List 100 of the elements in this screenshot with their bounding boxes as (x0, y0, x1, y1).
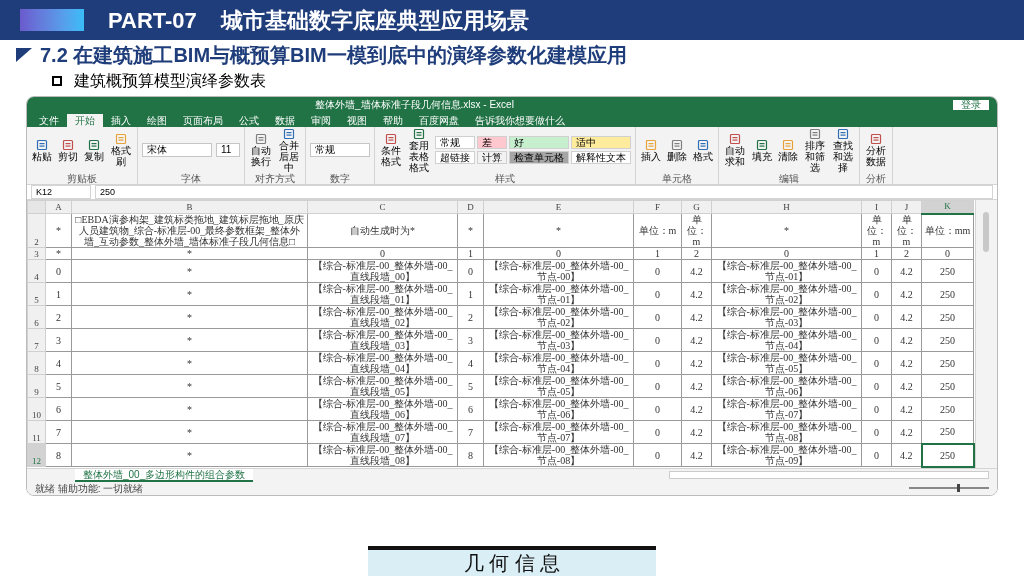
ribbon-button[interactable]: 合并后居中 (277, 127, 301, 173)
name-box[interactable]: K12 (31, 185, 91, 199)
tell-me-field[interactable]: 告诉我你想要做什么 (467, 114, 573, 127)
table-cell: 1 (861, 247, 892, 260)
column-header[interactable]: A (45, 200, 72, 214)
sheet-tab[interactable]: 整体外墙_00_多边形构件的组合参数 (75, 468, 254, 482)
ribbon-tab[interactable]: 公式 (231, 114, 267, 127)
ribbon-button[interactable]: 格式 (692, 138, 714, 162)
ribbon-button[interactable]: 复制 (83, 138, 105, 162)
cell-style-swatch[interactable]: 适中 (571, 136, 631, 149)
table-cell: 0 (307, 247, 458, 260)
table-cell: * (71, 247, 308, 260)
table-cell: * (71, 259, 308, 283)
column-header[interactable]: D (457, 200, 484, 214)
table-cell: 1 (45, 282, 72, 306)
table-cell: 6 (457, 397, 484, 421)
table-cell: 4.2 (681, 305, 712, 329)
zoom-slider-thumb[interactable] (957, 484, 960, 492)
ribbon-button[interactable]: 格式刷 (109, 133, 133, 167)
number-format-field[interactable]: 常规 (310, 143, 370, 157)
table-cell: * (71, 443, 308, 467)
ribbon-button[interactable]: 条件格式 (379, 133, 403, 167)
table-cell: 6 (45, 397, 72, 421)
row-header[interactable]: 9 (27, 374, 46, 398)
ribbon-button[interactable]: 自动求和 (723, 133, 747, 167)
row-header[interactable]: 10 (27, 397, 46, 421)
cell-style-swatch[interactable]: 解释性文本 (571, 151, 631, 164)
table-cell: 4.2 (681, 397, 712, 421)
column-header[interactable]: I (861, 200, 892, 214)
ribbon-button[interactable]: 粘贴 (31, 138, 53, 162)
ribbon-button[interactable]: 排序和筛选 (803, 127, 827, 173)
formula-bar[interactable]: 250 (95, 185, 993, 199)
table-cell: 250 (921, 259, 974, 283)
table-cell: 【综合-标准层-00_整体外墙-00_节点-03】 (711, 305, 862, 329)
toolbar-icon (36, 138, 48, 151)
column-header[interactable]: B (71, 200, 308, 214)
ribbon-button[interactable]: 自动换行 (249, 133, 273, 167)
table-cell: 0 (861, 443, 892, 467)
ribbon-button[interactable]: 删除 (666, 138, 688, 162)
ribbon-tab[interactable]: 视图 (339, 114, 375, 127)
ribbon-tab[interactable]: 数据 (267, 114, 303, 127)
column-header[interactable]: J (891, 200, 922, 214)
font-size-field[interactable]: 11 (216, 143, 240, 157)
ribbon-tab[interactable]: 插入 (103, 114, 139, 127)
table-cell: 单位：m (861, 213, 892, 248)
ribbon-tab[interactable]: 页面布局 (175, 114, 231, 127)
cell-style-swatch[interactable]: 超链接 (435, 151, 475, 164)
cell-style-swatch[interactable]: 检查单元格 (509, 151, 569, 164)
ribbon-button[interactable]: 清除 (777, 138, 799, 162)
ribbon-button[interactable]: 分析数据 (864, 133, 888, 167)
table-cell: * (711, 213, 862, 248)
row-header[interactable]: 6 (27, 305, 46, 329)
column-header[interactable]: C (307, 200, 458, 214)
ribbon-tab[interactable]: 审阅 (303, 114, 339, 127)
row-header[interactable]: 5 (27, 282, 46, 306)
table-cell: 0 (633, 259, 682, 283)
ribbon-tab[interactable]: 开始 (67, 114, 103, 127)
column-header[interactable]: F (633, 200, 682, 214)
font-name-field[interactable]: 宋体 (142, 143, 212, 157)
ribbon-button[interactable]: 剪切 (57, 138, 79, 162)
ribbon-tab[interactable]: 帮助 (375, 114, 411, 127)
ribbon-button[interactable]: 套用表格格式 (407, 127, 431, 173)
ribbon-button[interactable]: 填充 (751, 138, 773, 162)
toolbar-icon (255, 133, 267, 145)
table-cell: 0 (861, 374, 892, 398)
table-cell: 单位：m (891, 213, 922, 248)
cell-style-swatch[interactable]: 差 (477, 136, 507, 149)
cell-style-swatch[interactable]: 常规 (435, 136, 475, 149)
column-header[interactable]: G (681, 200, 712, 214)
login-button[interactable]: 登录 (953, 99, 989, 110)
table-cell: 0 (633, 328, 682, 352)
column-header[interactable]: E (483, 200, 634, 214)
table-cell: * (71, 305, 308, 329)
cell-style-swatch[interactable]: 计算 (477, 151, 507, 164)
row-header[interactable]: 12 (27, 443, 46, 467)
ribbon-tab[interactable]: 百度网盘 (411, 114, 467, 127)
vertical-scrollbar[interactable] (974, 200, 997, 468)
ribbon-tab[interactable]: 文件 (31, 114, 67, 127)
table-cell: 0 (633, 305, 682, 329)
column-header[interactable]: K (921, 200, 974, 214)
row-header[interactable]: 11 (27, 420, 46, 444)
table-cell: 0 (921, 247, 974, 260)
ribbon-button[interactable]: 查找和选择 (831, 127, 855, 173)
table-cell: 4 (457, 351, 484, 375)
row-header[interactable]: 7 (27, 328, 46, 352)
cell-style-swatch[interactable]: 好 (509, 136, 569, 149)
toolbar-icon (671, 138, 683, 151)
table-cell: 单位：mm (921, 213, 974, 248)
row-header[interactable]: 4 (27, 259, 46, 283)
table-cell: * (71, 282, 308, 306)
horizontal-scrollbar[interactable] (669, 471, 989, 479)
table-cell: 1 (457, 282, 484, 306)
ribbon-tab[interactable]: 绘图 (139, 114, 175, 127)
corner-cell[interactable] (27, 200, 46, 214)
ribbon-button[interactable]: 插入 (640, 138, 662, 162)
row-header[interactable]: 2 (27, 213, 46, 248)
row-header[interactable]: 8 (27, 351, 46, 375)
table-cell: * (483, 213, 634, 248)
toolbar-icon (697, 138, 709, 151)
column-header[interactable]: H (711, 200, 862, 214)
